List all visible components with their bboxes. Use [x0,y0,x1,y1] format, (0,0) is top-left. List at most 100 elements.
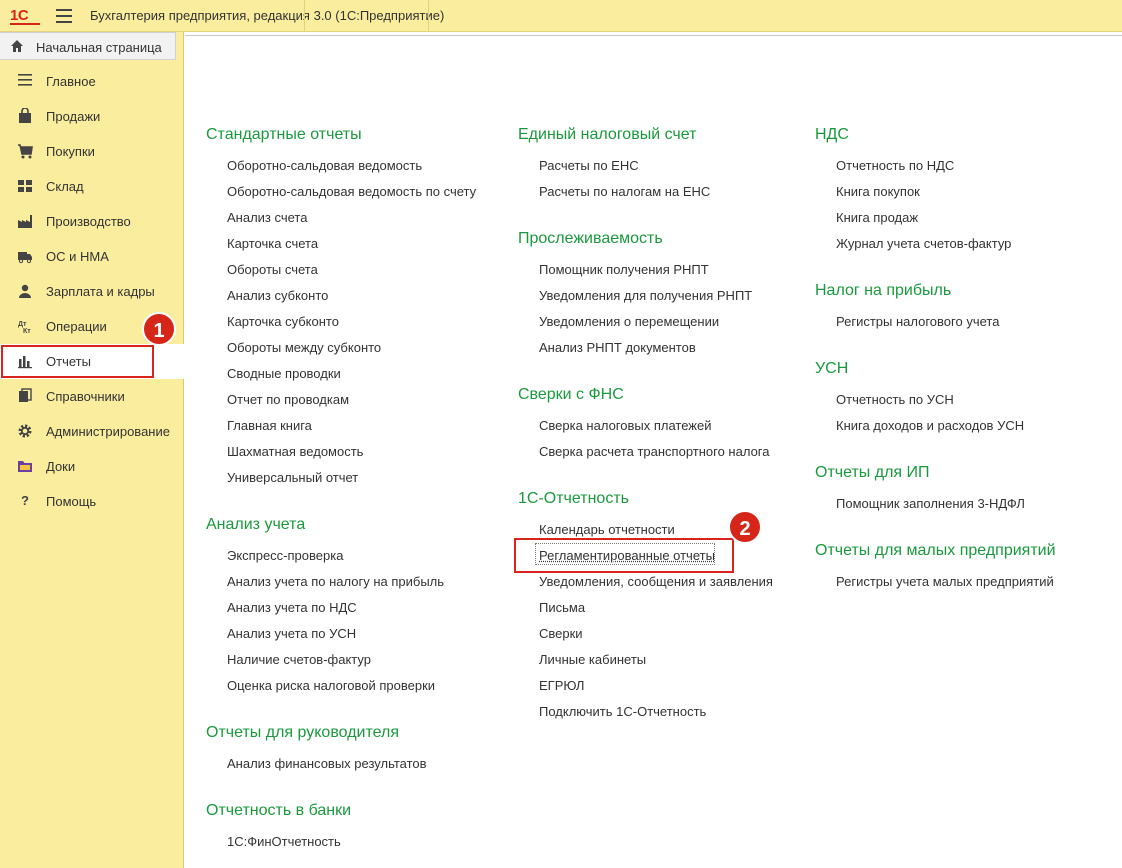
report-link[interactable]: Расчеты по налогам на ЕНС [539,184,710,199]
report-link[interactable]: Анализ учета по УСН [227,626,356,641]
report-link[interactable]: Уведомления о перемещении [539,314,719,329]
sidebar-item-assets[interactable]: ОС и НМА [0,239,184,274]
report-link[interactable]: 1С:ФинОтчетность [227,834,341,849]
sidebar-item-help[interactable]: ? Помощь [0,484,184,519]
sidebar-item-label: ОС и НМА [46,249,109,264]
report-link[interactable]: Оборотно-сальдовая ведомость по счету [227,184,476,199]
sidebar-item-home[interactable]: Начальная страница [0,32,176,60]
report-link[interactable]: Сверка расчета транспортного налога [539,444,769,459]
report-link[interactable]: Шахматная ведомость [227,444,363,459]
report-link[interactable]: Отчетность по УСН [836,392,954,407]
report-link[interactable]: Регистры учета малых предприятий [836,574,1054,589]
report-link[interactable]: Помощник заполнения 3-НДФЛ [836,496,1025,511]
report-link[interactable]: Уведомления для получения РНПТ [539,288,752,303]
section-title: Отчетность в банки [206,802,352,819]
sidebar-item-admin[interactable]: Администрирование [0,414,184,449]
report-link[interactable]: Анализ учета по НДС [227,600,357,615]
tab-divider [304,0,305,32]
hamburger-menu-icon[interactable] [56,9,72,23]
report-link[interactable]: Сверки [539,626,583,641]
report-link[interactable]: Отчетность по НДС [836,158,954,173]
sidebar-item-docs[interactable]: Доки [0,449,184,484]
tab-divider [428,0,429,32]
report-link[interactable]: Книга продаж [836,210,918,225]
sidebar-item-label: Зарплата и кадры [46,284,155,299]
truck-icon [16,248,34,264]
content-area: Стандартные отчеты Оборотно-сальдовая ве… [185,32,1122,868]
report-link[interactable]: Анализ учета по налогу на прибыль [227,574,444,589]
report-link[interactable]: Книга покупок [836,184,920,199]
person-icon [16,283,34,299]
section-title: Налог на прибыль [815,282,952,299]
section-title: Стандартные отчеты [206,126,362,143]
sidebar-item-purchases[interactable]: Покупки [0,134,184,169]
sidebar-item-label: Начальная страница [36,40,162,55]
step-badge-1: 1 [142,312,176,346]
report-link[interactable]: Анализ РНПТ документов [539,340,696,355]
report-link[interactable]: Личные кабинеты [539,652,646,667]
report-link[interactable]: Оборотно-сальдовая ведомость [227,158,422,173]
factory-icon [16,213,34,229]
report-link[interactable]: Карточка субконто [227,314,339,329]
report-link[interactable]: Анализ субконто [227,288,328,303]
report-link[interactable]: Журнал учета счетов-фактур [836,236,1011,251]
svg-text:Кт: Кт [23,328,31,334]
section-title: НДС [815,126,849,143]
sidebar-item-label: Продажи [46,109,101,124]
section-title: Отчеты для ИП [815,464,930,481]
sidebar-item-warehouse[interactable]: Склад [0,169,184,204]
app-title: Бухгалтерия предприятия, редакция 3.0 (1… [90,8,445,23]
report-link[interactable]: Анализ счета [227,210,307,225]
report-link[interactable]: Главная книга [227,418,312,433]
sidebar-item-catalogs[interactable]: Справочники [0,379,184,414]
gear-icon [16,423,34,439]
sidebar-item-label: Главное [46,74,96,89]
sidebar-item-salary[interactable]: Зарплата и кадры [0,274,184,309]
section-title: Прослеживаемость [518,230,663,247]
sidebar-item-label: Склад [46,179,84,194]
report-link[interactable]: Анализ финансовых результатов [227,756,427,771]
report-link[interactable]: Универсальный отчет [227,470,358,485]
sidebar-item-main[interactable]: Главное [0,64,184,99]
report-link[interactable]: Сверка налоговых платежей [539,418,712,433]
section-title: Сверки с ФНС [518,386,624,403]
report-link[interactable]: Обороты между субконто [227,340,381,355]
report-link[interactable]: Уведомления, сообщения и заявления [539,574,773,589]
section-title: 1С-Отчетность [518,490,629,507]
bag-icon [16,107,34,124]
sidebar-item-sales[interactable]: Продажи [0,99,184,134]
report-link[interactable]: Регистры налогового учета [836,314,999,329]
sidebar-item-label: Производство [46,214,131,229]
report-link[interactable]: Письма [539,600,585,615]
report-link[interactable]: Книга доходов и расходов УСН [836,418,1024,433]
sidebar-item-label: Доки [46,459,76,474]
sidebar-item-production[interactable]: Производство [0,204,184,239]
report-link[interactable]: Экспресс-проверка [227,548,343,563]
sidebar: Начальная страница Главное Продажи Покуп… [0,32,184,868]
report-link[interactable]: Карточка счета [227,236,318,251]
logo-1c[interactable]: 1С [10,7,40,25]
report-link[interactable]: Подключить 1С-Отчетность [539,704,706,719]
report-link[interactable]: Наличие счетов-фактур [227,652,371,667]
report-link[interactable]: Оценка риска налоговой проверки [227,678,435,693]
sidebar-item-label: Операции [46,319,107,334]
report-link[interactable]: Помощник получения РНПТ [539,262,709,277]
report-link[interactable]: Обороты счета [227,262,318,277]
folder-icon [16,458,34,474]
sidebar-item-label: Справочники [46,389,125,404]
sidebar-item-label: Помощь [46,494,97,509]
home-icon [10,39,24,56]
report-link[interactable]: Отчет по проводкам [227,392,349,407]
dt-kt-icon: Дт Кт [16,318,34,335]
section-title: УСН [815,360,849,377]
section-title: Единый налоговый счет [518,126,697,143]
highlight-frame-reports [1,345,154,378]
report-link[interactable]: Календарь отчетности [539,522,675,537]
section-title: Анализ учета [206,516,306,533]
report-link[interactable]: ЕГРЮЛ [539,678,584,693]
report-link[interactable]: Сводные проводки [227,366,341,381]
step-badge-2: 2 [728,510,762,544]
report-link[interactable]: Расчеты по ЕНС [539,158,639,173]
sidebar-item-label: Администрирование [46,424,170,439]
title-bar: 1С Бухгалтерия предприятия, редакция 3.0… [0,0,1122,32]
